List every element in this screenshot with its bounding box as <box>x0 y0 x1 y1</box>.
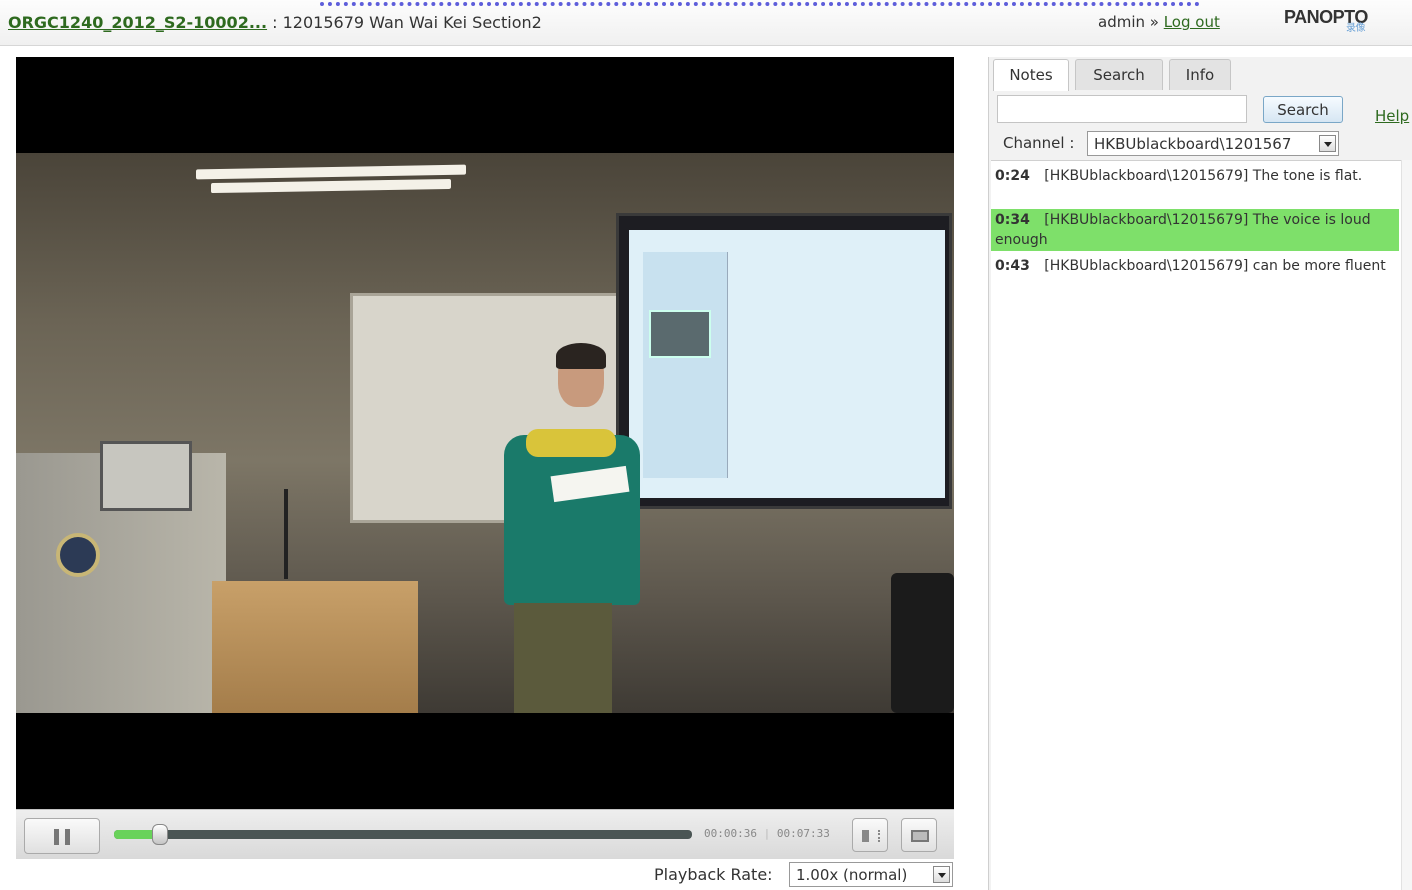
overlay-artifact <box>320 0 1200 6</box>
playback-rate-label: Playback Rate: <box>654 865 773 884</box>
fullscreen-icon <box>911 830 929 842</box>
note-item[interactable]: 0:24 [HKBUblackboard\12015679] The tone … <box>991 165 1399 187</box>
channel-label: Channel : <box>1003 134 1075 152</box>
video-player[interactable] <box>16 57 954 809</box>
logout-link[interactable]: Log out <box>1164 13 1220 31</box>
username: admin <box>1098 13 1145 31</box>
note-channel: [HKBUblackboard\12015679] <box>1044 258 1249 274</box>
presenter-legs <box>514 603 612 713</box>
note-channel: [HKBUblackboard\12015679] <box>1044 212 1249 228</box>
note-text: can be more fluent <box>1252 258 1386 274</box>
note-time: 0:34 <box>995 212 1030 228</box>
note-time: 0:43 <box>995 258 1030 274</box>
microphone-stand <box>284 489 288 579</box>
notes-search-input[interactable] <box>997 95 1247 123</box>
projector-screen <box>616 213 952 509</box>
volume-icon <box>862 830 880 842</box>
projected-thumbnail <box>649 310 711 358</box>
channel-value: HKBUblackboard\1201567 <box>1094 135 1292 153</box>
presenter-hair <box>556 343 606 369</box>
projected-sidebar <box>643 252 728 478</box>
seek-handle[interactable] <box>152 824 169 845</box>
user-separator: » <box>1145 13 1164 31</box>
time-display: 00:00:36 | 00:07:33 <box>704 827 830 840</box>
fullscreen-button[interactable] <box>901 818 937 852</box>
session-title: 12015679 Wan Wai Kei Section2 <box>282 13 542 32</box>
logo-subtext: 录像 <box>1346 23 1366 34</box>
tab-notes[interactable]: Notes <box>993 59 1069 91</box>
note-item[interactable]: 0:43 [HKBUblackboard\12015679] can be mo… <box>991 255 1399 277</box>
notes-side-panel: Notes Search Info Search Help Channel : … <box>988 57 1412 890</box>
playback-rate-value: 1.00x (normal) <box>796 866 908 884</box>
current-time: 00:00:36 <box>704 827 757 840</box>
podium-seal <box>56 533 100 577</box>
notes-scrollbar[interactable] <box>1401 160 1412 890</box>
breadcrumb-separator: : <box>267 13 283 32</box>
search-button[interactable]: Search <box>1263 96 1343 123</box>
projected-slide <box>629 230 945 498</box>
ceiling-light <box>211 178 451 194</box>
notes-list: 0:24 [HKBUblackboard\12015679] The tone … <box>991 160 1401 890</box>
presenter-hood <box>526 429 616 457</box>
channel-select[interactable]: HKBUblackboard\1201567 <box>1087 131 1339 156</box>
time-separator: | <box>756 827 777 840</box>
breadcrumb: ORGC1240_2012_S2-10002... : 12015679 Wan… <box>8 13 542 32</box>
note-item-active[interactable]: 0:34 [HKBUblackboard\12015679] The voice… <box>991 209 1399 251</box>
desk-monitor <box>100 441 192 511</box>
player-controls: 00:00:36 | 00:07:33 <box>16 809 954 859</box>
video-frame <box>16 153 954 713</box>
total-time: 00:07:33 <box>776 827 830 840</box>
help-link[interactable]: Help <box>1375 107 1409 125</box>
presenter-jacket <box>504 435 640 605</box>
course-link[interactable]: ORGC1240_2012_S2-10002... <box>8 13 267 32</box>
tab-search[interactable]: Search <box>1075 59 1163 90</box>
note-text: The tone is flat. <box>1252 168 1363 184</box>
side-table <box>212 581 418 713</box>
note-time: 0:24 <box>995 168 1030 184</box>
chevron-down-icon[interactable] <box>1319 135 1336 152</box>
playback-rate-select[interactable]: 1.00x (normal) <box>789 862 953 887</box>
tab-info[interactable]: Info <box>1169 59 1231 90</box>
seek-bar[interactable] <box>114 824 692 845</box>
pause-icon <box>54 829 70 845</box>
top-bar: ORGC1240_2012_S2-10002... : 12015679 Wan… <box>0 0 1412 46</box>
chevron-down-icon[interactable] <box>933 866 950 883</box>
chair <box>891 573 954 713</box>
pause-button[interactable] <box>24 818 100 854</box>
note-channel: [HKBUblackboard\12015679] <box>1044 168 1249 184</box>
volume-button[interactable] <box>852 818 888 852</box>
playback-rate-row: Playback Rate: 1.00x (normal) <box>640 862 954 888</box>
ceiling-light <box>196 164 466 180</box>
panopto-logo: PANOPTO 录像 <box>1284 7 1368 34</box>
user-area: admin » Log out <box>1098 13 1220 31</box>
